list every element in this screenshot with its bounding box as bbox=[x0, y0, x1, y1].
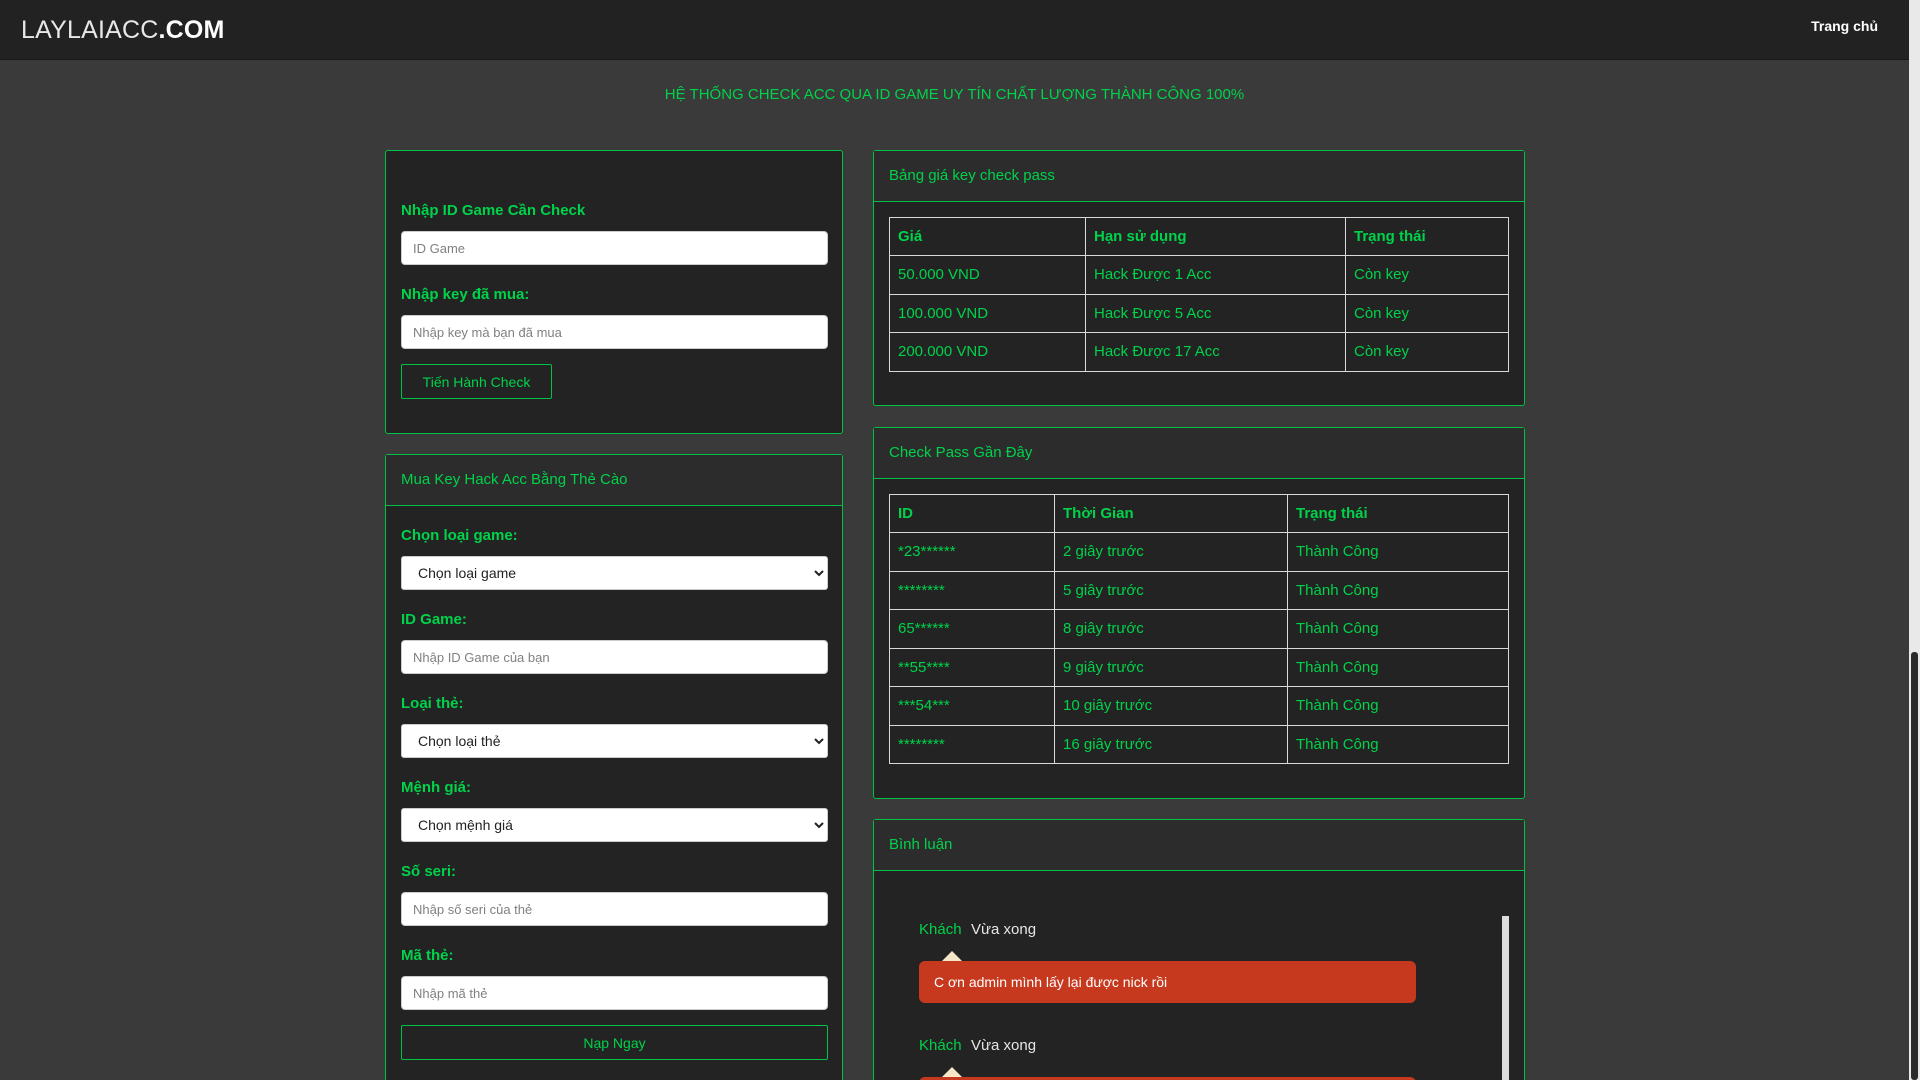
id-game-label: Nhập ID Game Cần Check bbox=[401, 202, 586, 219]
table-cell: 200.000 VND bbox=[889, 332, 1086, 372]
table-row: **55**** 9 giây trước Thành Công bbox=[889, 647, 1509, 687]
comment-pointer bbox=[942, 951, 962, 961]
table-header-row: Giá Hạn sử dụng Trạng thái bbox=[889, 217, 1509, 256]
table-cell: Hack Được 17 Acc bbox=[1085, 332, 1346, 372]
table-cell: Hack Được 5 Acc bbox=[1085, 293, 1346, 333]
recent-checks-table: ID Thời Gian Trạng thái *23****** 2 giây… bbox=[889, 494, 1509, 764]
table-row: 65****** 8 giây trước Thành Công bbox=[889, 609, 1509, 649]
table-cell: 9 giây trước bbox=[1054, 647, 1288, 687]
comment-time: Vừa xong bbox=[971, 1037, 1037, 1054]
table-cell: 16 giây trước bbox=[1054, 724, 1288, 764]
comment-time: Vừa xong bbox=[971, 921, 1037, 938]
column-header: Trạng thái bbox=[1345, 217, 1509, 256]
table-cell: Còn key bbox=[1345, 255, 1509, 295]
site-logo[interactable]: LAYLAIACC.COM bbox=[21, 16, 225, 45]
table-cell: 10 giây trước bbox=[1054, 686, 1288, 726]
recent-checks-title: Check Pass Gần Đây bbox=[874, 428, 1524, 479]
table-row: 200.000 VND Hack Được 17 Acc Còn key bbox=[889, 332, 1509, 372]
table-row: ******** 16 giây trước Thành Công bbox=[889, 724, 1509, 764]
comment-author[interactable]: Khách bbox=[919, 921, 962, 938]
table-header-row: ID Thời Gian Trạng thái bbox=[889, 494, 1509, 533]
column-header: Thời Gian bbox=[1054, 494, 1288, 533]
price-table-title: Bảng giá key check pass bbox=[874, 151, 1524, 202]
table-cell: Thành Công bbox=[1287, 570, 1509, 610]
table-cell: Thành Công bbox=[1287, 647, 1509, 687]
column-header: Trạng thái bbox=[1287, 494, 1509, 533]
comment-bubble: C ơn admin mình lấy lại được nick rồi bbox=[919, 961, 1416, 1003]
game-type-label: Chọn loại game: bbox=[401, 527, 518, 544]
table-cell: Thành Công bbox=[1287, 724, 1509, 764]
price-table: Giá Hạn sử dụng Trạng thái 50.000 VND Ha… bbox=[889, 217, 1509, 372]
card-code-label: Mã thẻ: bbox=[401, 947, 454, 964]
topup-button[interactable]: Nạp Ngay bbox=[401, 1025, 828, 1060]
table-cell: 65****** bbox=[889, 609, 1055, 649]
nav-home-link[interactable]: Trang chủ bbox=[1811, 18, 1878, 34]
top-navbar: LAYLAIACC.COM Trang chủ bbox=[0, 0, 1909, 60]
table-cell: Thành Công bbox=[1287, 532, 1509, 572]
column-header: Giá bbox=[889, 217, 1086, 256]
table-cell: Hack Được 1 Acc bbox=[1085, 255, 1346, 295]
id-game-input[interactable] bbox=[401, 231, 828, 265]
serial-input[interactable] bbox=[401, 892, 828, 926]
comments-panel: Bình luận Khách Vừa xong C ơn admin mình… bbox=[873, 819, 1525, 1080]
buy-key-panel: Mua Key Hack Acc Bằng Thẻ Cào Chọn loại … bbox=[385, 454, 843, 1080]
table-cell: 2 giây trước bbox=[1054, 532, 1288, 572]
serial-label: Số seri: bbox=[401, 863, 457, 880]
table-row: ******** 5 giây trước Thành Công bbox=[889, 570, 1509, 610]
brand-domain: .COM bbox=[158, 16, 225, 44]
table-cell: 100.000 VND bbox=[889, 293, 1086, 333]
comments-scrollbar[interactable] bbox=[1502, 916, 1509, 1080]
table-cell: 8 giây trước bbox=[1054, 609, 1288, 649]
buy-id-game-label: ID Game: bbox=[401, 611, 467, 628]
table-cell: Còn key bbox=[1345, 332, 1509, 372]
brand-name: LAYLAIACC bbox=[21, 16, 159, 44]
page-scrollbar[interactable] bbox=[1909, 0, 1920, 1080]
table-row: 50.000 VND Hack Được 1 Acc Còn key bbox=[889, 255, 1509, 295]
check-button[interactable]: Tiến Hành Check bbox=[401, 364, 552, 399]
card-code-input[interactable] bbox=[401, 976, 828, 1010]
page-headline: HỆ THỐNG CHECK ACC QUA ID GAME UY TÍN CH… bbox=[664, 86, 1245, 103]
table-cell: ******** bbox=[889, 570, 1055, 610]
key-input[interactable] bbox=[401, 315, 828, 349]
price-table-panel: Bảng giá key check pass Giá Hạn sử dụng … bbox=[873, 150, 1525, 406]
column-header: Hạn sử dụng bbox=[1085, 217, 1346, 256]
table-cell: Thành Công bbox=[1287, 609, 1509, 649]
table-row: *23****** 2 giây trước Thành Công bbox=[889, 532, 1509, 572]
table-cell: ******** bbox=[889, 724, 1055, 764]
table-row: 100.000 VND Hack Được 5 Acc Còn key bbox=[889, 293, 1509, 333]
card-type-select[interactable]: Chọn loại thẻ bbox=[401, 724, 828, 758]
page-scrollbar-thumb[interactable] bbox=[1911, 652, 1918, 1080]
check-form-panel: Nhập ID Game Cần Check Nhập key đã mua: … bbox=[385, 150, 843, 434]
column-header: ID bbox=[889, 494, 1055, 533]
table-cell: *23****** bbox=[889, 532, 1055, 572]
comment-author[interactable]: Khách bbox=[919, 1037, 962, 1054]
card-value-label: Mệnh giá: bbox=[401, 779, 471, 796]
table-cell: Còn key bbox=[1345, 293, 1509, 333]
game-type-select[interactable]: Chọn loại game bbox=[401, 556, 828, 590]
recent-checks-panel: Check Pass Gần Đây ID Thời Gian Trạng th… bbox=[873, 427, 1525, 799]
buy-key-title: Mua Key Hack Acc Bằng Thẻ Cào bbox=[386, 455, 842, 506]
table-row: ***54*** 10 giây trước Thành Công bbox=[889, 686, 1509, 726]
key-label: Nhập key đã mua: bbox=[401, 286, 530, 303]
table-cell: ***54*** bbox=[889, 686, 1055, 726]
buy-id-game-input[interactable] bbox=[401, 640, 828, 674]
table-cell: **55**** bbox=[889, 647, 1055, 687]
card-value-select[interactable]: Chọn mệnh giá bbox=[401, 808, 828, 842]
table-cell: 5 giây trước bbox=[1054, 570, 1288, 610]
table-cell: Thành Công bbox=[1287, 686, 1509, 726]
comment-pointer bbox=[942, 1067, 962, 1077]
table-cell: 50.000 VND bbox=[889, 255, 1086, 295]
comments-title: Bình luận bbox=[874, 820, 1524, 871]
card-type-label: Loại thẻ: bbox=[401, 695, 464, 712]
